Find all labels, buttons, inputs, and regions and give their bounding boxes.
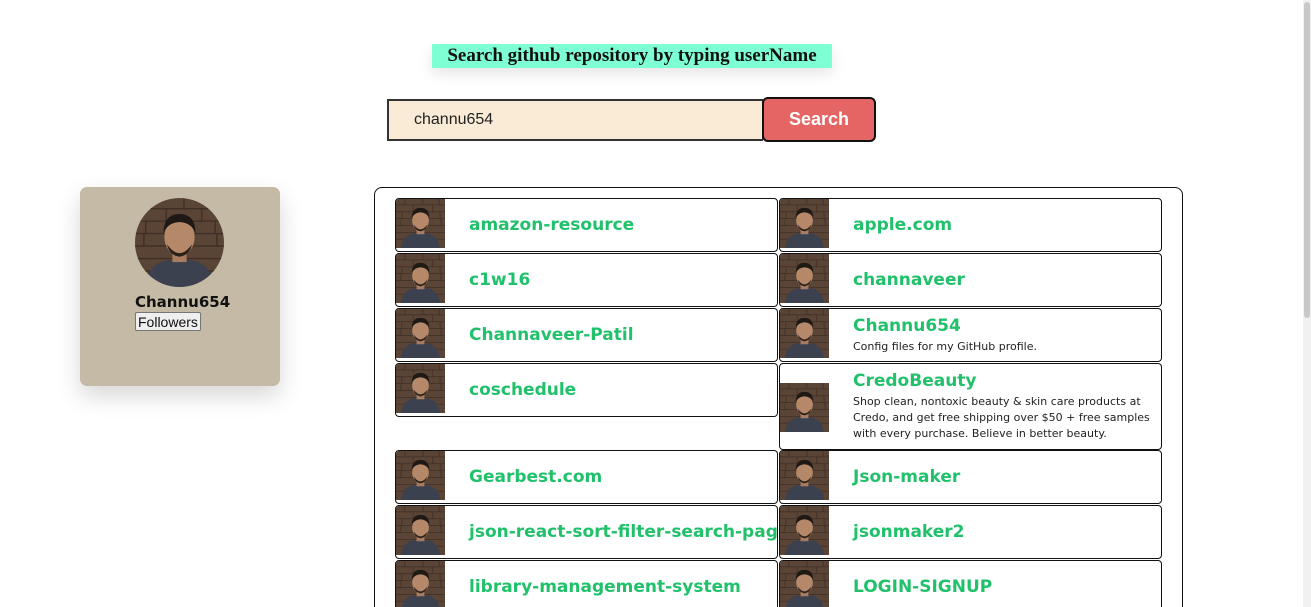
repo-card[interactable]: apple.com (779, 198, 1162, 252)
repo-card[interactable]: coschedule (395, 363, 778, 417)
repo-owner-avatar (780, 451, 829, 500)
repo-name[interactable]: Channaveer-Patil (469, 324, 769, 346)
repo-card[interactable]: Json-maker (779, 450, 1162, 504)
repo-name[interactable]: apple.com (853, 214, 1153, 236)
repo-card[interactable]: c1w16 (395, 253, 778, 307)
repository-list: amazon-resource apple.com c1w16 channave… (374, 187, 1183, 607)
repo-card[interactable]: Channu654 Config files for my GitHub pro… (779, 308, 1162, 362)
repo-description: Shop clean, nontoxic beauty & skin care … (853, 395, 1150, 440)
repo-name[interactable]: Json-maker (853, 466, 1153, 488)
repo-card[interactable]: amazon-resource (395, 198, 778, 252)
repo-owner-avatar (780, 383, 829, 432)
repo-owner-avatar (780, 309, 829, 358)
page-heading: Search github repository by typing userN… (432, 44, 832, 68)
repo-name[interactable]: Gearbest.com (469, 466, 769, 488)
repo-owner-avatar (396, 561, 445, 607)
repo-card[interactable]: library-management-system (395, 560, 778, 607)
repo-owner-avatar (396, 199, 445, 248)
repo-owner-avatar (396, 506, 445, 555)
repo-card[interactable]: channaveer (779, 253, 1162, 307)
repo-name[interactable]: library-management-system (469, 576, 769, 598)
repo-owner-avatar (780, 561, 829, 607)
repo-name[interactable]: channaveer (853, 269, 1153, 291)
repo-owner-avatar (396, 451, 445, 500)
repo-name[interactable]: amazon-resource (469, 214, 769, 236)
repo-name[interactable]: LOGIN-SIGNUP (853, 576, 1153, 598)
page-scrollbar[interactable] (1303, 0, 1311, 607)
repo-card[interactable]: CredoBeauty Shop clean, nontoxic beauty … (779, 363, 1162, 450)
profile-avatar (135, 198, 224, 287)
repo-owner-avatar (780, 199, 829, 248)
repo-owner-avatar (396, 309, 445, 358)
repo-card[interactable]: LOGIN-SIGNUP (779, 560, 1162, 607)
followers-button[interactable]: Followers (135, 312, 201, 331)
repo-card[interactable]: Gearbest.com (395, 450, 778, 504)
repo-card[interactable]: json-react-sort-filter-search-pagi (395, 505, 778, 559)
profile-card: Channu654 Followers (80, 187, 280, 386)
repo-owner-avatar (780, 254, 829, 303)
repo-card[interactable]: jsonmaker2 (779, 505, 1162, 559)
repo-owner-avatar (396, 364, 445, 413)
repo-card[interactable]: Channaveer-Patil (395, 308, 778, 362)
username-search-input[interactable] (387, 99, 763, 141)
repo-name[interactable]: CredoBeauty (853, 370, 1153, 392)
repo-name[interactable]: Channu654 (853, 315, 1153, 337)
repo-owner-avatar (780, 506, 829, 555)
scrollbar-thumb[interactable] (1304, 2, 1310, 318)
profile-name: Channu654 (135, 293, 231, 311)
repo-name[interactable]: coschedule (469, 379, 769, 401)
search-button[interactable]: Search (762, 97, 876, 142)
repo-name[interactable]: jsonmaker2 (853, 521, 1153, 543)
repo-description: Config files for my GitHub profile. (853, 340, 1037, 353)
repo-name[interactable]: json-react-sort-filter-search-pagi (469, 521, 777, 543)
repo-owner-avatar (396, 254, 445, 303)
repo-name[interactable]: c1w16 (469, 269, 769, 291)
